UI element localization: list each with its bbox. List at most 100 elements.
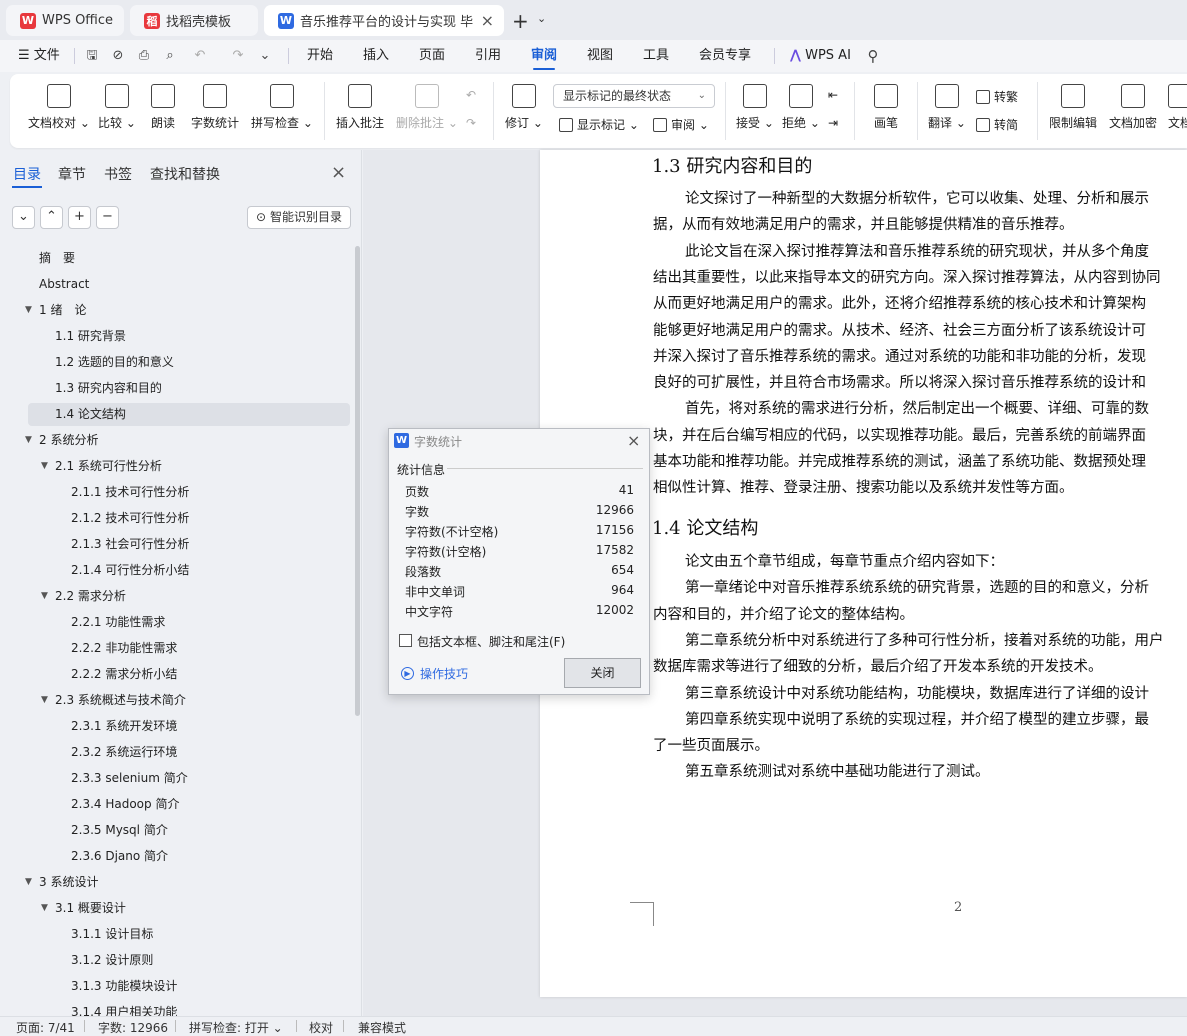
toc-item[interactable]: 2.2.2 需求分析小结	[0, 663, 350, 686]
print-icon[interactable]: ⎙	[136, 48, 152, 64]
tips-link[interactable]: ▶ 操作技巧	[401, 665, 468, 682]
nav-tab-toc[interactable]: 目录	[13, 164, 41, 184]
close-icon[interactable]: ×	[627, 431, 640, 450]
to-simplified-button[interactable]: 转简	[976, 116, 1018, 133]
delete-comment-button[interactable]: 删除批注 ⌄	[396, 84, 458, 131]
expand-caret-icon[interactable]: ▼	[41, 455, 48, 478]
toc-item[interactable]: ▼ 3 系统设计	[0, 871, 350, 894]
close-tab-icon[interactable]: ×	[481, 11, 494, 30]
brush-button[interactable]: 画笔	[874, 84, 898, 131]
save-icon[interactable]: 🖫	[84, 48, 100, 64]
word-count-button[interactable]: 字数统计	[191, 84, 239, 131]
toc-item[interactable]: 2.2.1 功能性需求	[0, 611, 350, 634]
next-change-icon[interactable]: ⇥	[828, 116, 838, 130]
toc-scrollbar[interactable]	[355, 246, 360, 716]
add-heading-button[interactable]: +	[68, 206, 91, 229]
smart-toc-button[interactable]: ⊙ 智能识别目录	[247, 206, 351, 229]
toc-item[interactable]: 1.4 论文结构	[28, 403, 350, 426]
format-painter-icon[interactable]: ⊘	[110, 48, 126, 64]
prev-comment-icon[interactable]: ↶	[466, 88, 476, 102]
include-textbox-label[interactable]: 包括文本框、脚注和尾注(F)	[417, 633, 565, 650]
encrypt-button[interactable]: 文档加密	[1109, 84, 1157, 131]
redo-icon[interactable]: ↷	[230, 48, 246, 64]
toc-item[interactable]: 2.1.2 技术可行性分析	[0, 507, 350, 530]
toc-item[interactable]: 2.3.4 Hadoop 简介	[0, 793, 350, 816]
toc-item[interactable]: 1.2 选题的目的和意义	[0, 351, 350, 374]
tab-list-chevron-icon[interactable]: ⌄	[537, 12, 546, 25]
status-proof[interactable]: 校对	[309, 1019, 333, 1036]
reject-button[interactable]: 拒绝 ⌄	[782, 84, 820, 131]
toc-item[interactable]: ▼ 2 系统分析	[0, 429, 350, 452]
markup-mode-select[interactable]: 显示标记的最终状态 ⌄	[553, 84, 715, 108]
close-button[interactable]: 关闭	[564, 658, 641, 688]
restrict-edit-button[interactable]: 限制编辑	[1049, 84, 1097, 131]
doc-proof-button[interactable]: 文档校对 ⌄	[28, 84, 90, 131]
next-comment-icon[interactable]: ↷	[466, 116, 476, 130]
toc-item[interactable]: ▼ 2.3 系统概述与技术简介	[0, 689, 350, 712]
menu-tools[interactable]: 工具	[643, 40, 669, 72]
toc-item[interactable]: 2.1.1 技术可行性分析	[0, 481, 350, 504]
undo-icon[interactable]: ↶	[192, 48, 208, 64]
toc-item[interactable]: 摘 要	[0, 247, 350, 270]
expand-caret-icon[interactable]: ▼	[25, 429, 32, 452]
toc-item[interactable]: Abstract	[0, 273, 350, 296]
expand-caret-icon[interactable]: ▼	[25, 299, 32, 322]
toc-item[interactable]: 3.1.3 功能模块设计	[0, 975, 350, 998]
track-changes-button[interactable]: 修订 ⌄	[505, 84, 543, 131]
toc-item[interactable]: 1.1 研究背景	[0, 325, 350, 348]
toc-item[interactable]: ▼ 2.1 系统可行性分析	[0, 455, 350, 478]
menu-insert[interactable]: 插入	[363, 40, 389, 72]
nav-tab-bookmarks[interactable]: 书签	[104, 164, 132, 184]
toc-item[interactable]: 2.1.4 可行性分析小结	[0, 559, 350, 582]
menu-references[interactable]: 引用	[475, 40, 501, 72]
new-tab-icon[interactable]: +	[512, 9, 529, 33]
insert-comment-button[interactable]: 插入批注	[336, 84, 384, 131]
toc-item[interactable]: 2.1.3 社会可行性分析	[0, 533, 350, 556]
status-spell-check[interactable]: 拼写检查: 打开 ⌄	[189, 1019, 283, 1036]
menu-review[interactable]: 审阅	[531, 40, 557, 72]
expand-caret-icon[interactable]: ▼	[25, 871, 32, 894]
toc-item[interactable]: 2.3.5 Mysql 简介	[0, 819, 350, 842]
close-icon[interactable]: ×	[331, 162, 346, 183]
toc-item[interactable]: 3.1.1 设计目标	[0, 923, 350, 946]
show-markup-button[interactable]: 显示标记 ⌄	[559, 116, 639, 133]
tab-document[interactable]: W 音乐推荐平台的设计与实现 毕 ×	[264, 5, 504, 36]
toc-item[interactable]: 2.3.1 系统开发环境	[0, 715, 350, 738]
accept-button[interactable]: 接受 ⌄	[736, 84, 774, 131]
include-textbox-checkbox[interactable]	[399, 634, 412, 647]
expand-button[interactable]: ⌃	[40, 206, 63, 229]
compare-button[interactable]: 比较 ⌄	[98, 84, 136, 131]
status-word-count[interactable]: 字数: 12966	[98, 1019, 168, 1036]
review-pane-button[interactable]: 审阅 ⌄	[653, 116, 709, 133]
print-preview-icon[interactable]: ⌕	[162, 48, 178, 64]
expand-caret-icon[interactable]: ▼	[41, 585, 48, 608]
collapse-all-button[interactable]: ⌄	[12, 206, 35, 229]
prev-change-icon[interactable]: ⇤	[828, 88, 838, 102]
quick-access-chevron-icon[interactable]: ⌄	[257, 48, 273, 64]
translate-button[interactable]: 翻译 ⌄	[928, 84, 966, 131]
menu-member[interactable]: 会员专享	[699, 40, 751, 72]
toc-item[interactable]: ▼ 1 绪 论	[0, 299, 350, 322]
menu-page[interactable]: 页面	[419, 40, 445, 72]
toc-item[interactable]: ▼ 3.1 概要设计	[0, 897, 350, 920]
toc-item[interactable]: 3.1.4 用户相关功能	[0, 1001, 350, 1016]
toc-item[interactable]: 1.3 研究内容和目的	[0, 377, 350, 400]
doc-more-button[interactable]: 文档	[1168, 84, 1187, 131]
tab-template[interactable]: 稻 找稻壳模板	[130, 5, 258, 36]
wps-ai-button[interactable]: ⋀ WPS AI	[790, 40, 851, 72]
expand-caret-icon[interactable]: ▼	[41, 897, 48, 920]
file-menu[interactable]: ☰ 文件	[18, 40, 60, 72]
toc-item[interactable]: 2.3.2 系统运行环境	[0, 741, 350, 764]
toc-item[interactable]: 2.3.6 Djano 简介	[0, 845, 350, 868]
toc-item[interactable]: 3.1.2 设计原则	[0, 949, 350, 972]
status-page[interactable]: 页面: 7/41	[16, 1019, 75, 1036]
read-aloud-button[interactable]: 朗读	[151, 84, 175, 131]
remove-heading-button[interactable]: −	[96, 206, 119, 229]
tab-wps-office[interactable]: W WPS Office	[6, 5, 124, 36]
toc-item[interactable]: 2.3.3 selenium 简介	[0, 767, 350, 790]
spell-check-button[interactable]: 拼写检查 ⌄	[251, 84, 313, 131]
to-traditional-button[interactable]: 转繁	[976, 88, 1018, 105]
nav-tab-find-replace[interactable]: 查找和替换	[150, 164, 220, 184]
expand-caret-icon[interactable]: ▼	[41, 689, 48, 712]
toc-item[interactable]: ▼ 2.2 需求分析	[0, 585, 350, 608]
